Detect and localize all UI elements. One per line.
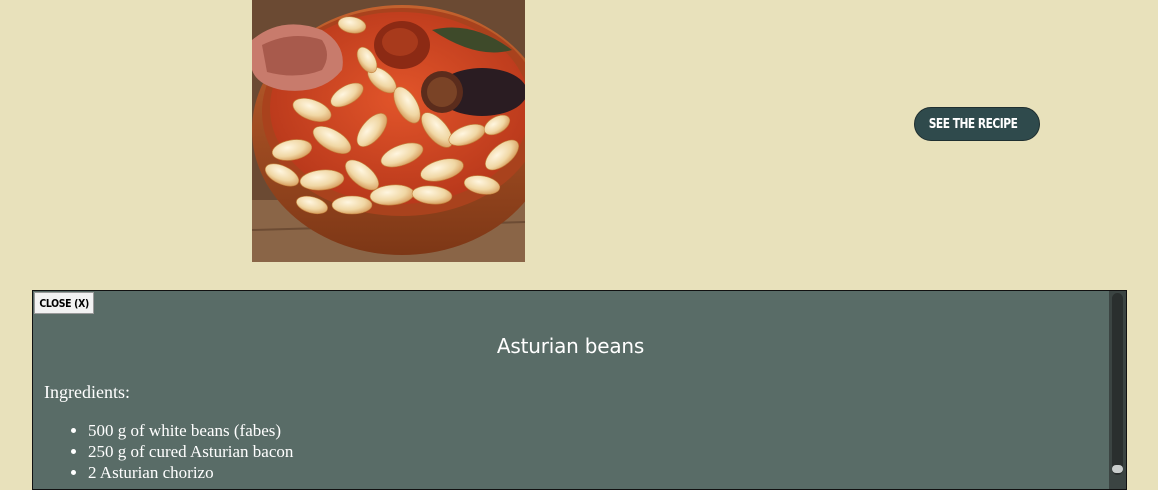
ingredients-list: 500 g of white beans (fabes) 250 g of cu… xyxy=(44,420,293,483)
ingredients-heading: Ingredients: xyxy=(44,382,130,402)
see-recipe-button[interactable]: SEE THE RECIPE xyxy=(914,107,1040,141)
scrollbar-down-arrow[interactable] xyxy=(1112,465,1123,473)
close-button-label: CLOSE (X) xyxy=(39,296,89,310)
ingredient-item: 500 g of white beans (fabes) xyxy=(88,420,293,441)
close-button[interactable]: CLOSE (X) xyxy=(34,292,94,314)
dish-photo xyxy=(252,0,525,262)
panel-scrollbar[interactable] xyxy=(1109,291,1126,489)
recipe-title: Asturian beans xyxy=(496,334,645,358)
ingredient-item: 2 Asturian chorizo xyxy=(88,462,293,483)
see-recipe-label: SEE THE RECIPE xyxy=(928,116,1018,132)
recipe-panel: CLOSE (X) Asturian beans Ingredients: 50… xyxy=(32,290,1127,490)
ingredient-item: 250 g of cured Asturian bacon xyxy=(88,441,293,462)
dish-illustration xyxy=(252,0,525,262)
scrollbar-thumb[interactable] xyxy=(1112,293,1123,475)
